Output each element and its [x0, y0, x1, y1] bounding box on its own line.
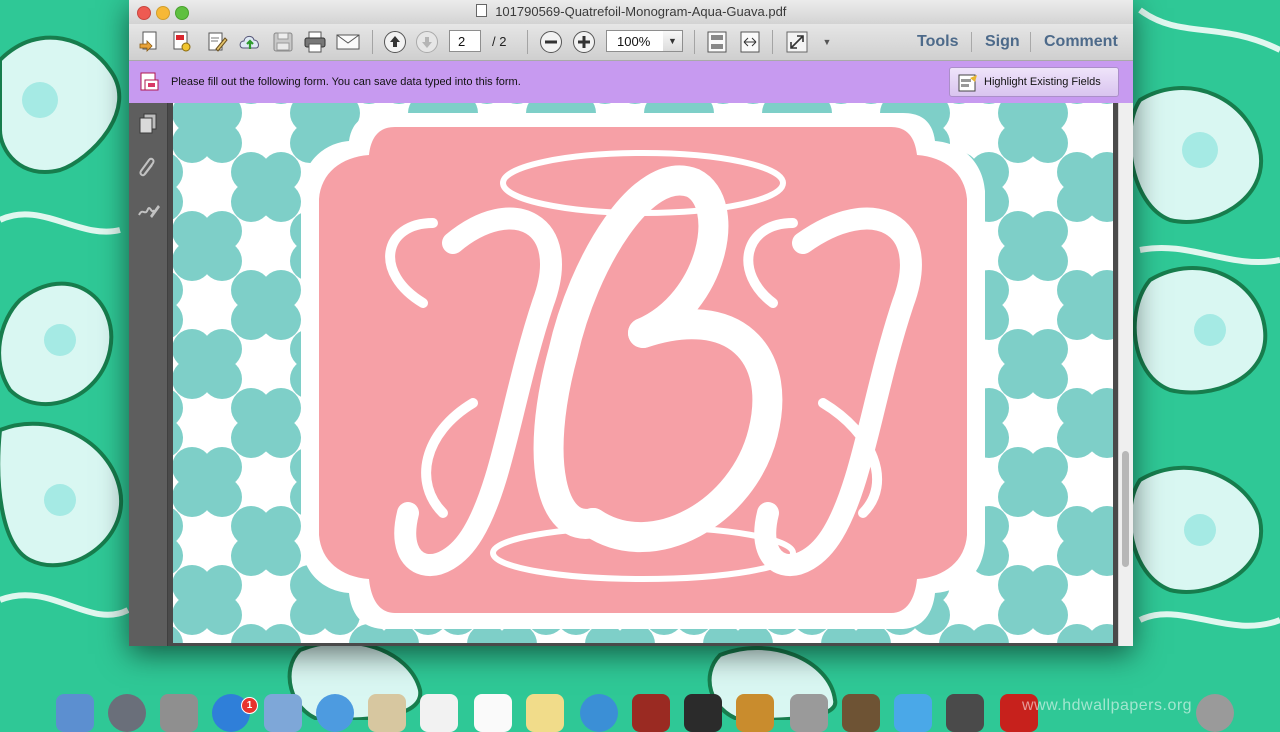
- printer-icon: [304, 31, 326, 53]
- word-dock-icon[interactable]: [894, 694, 932, 732]
- photo-booth-dock-icon[interactable]: [632, 694, 670, 732]
- email-button[interactable]: [335, 29, 361, 55]
- fit-width-button[interactable]: [737, 29, 763, 55]
- highlight-fields-label: Highlight Existing Fields: [984, 76, 1101, 88]
- upload-button[interactable]: [237, 29, 263, 55]
- pencil-document-icon: [208, 32, 228, 52]
- pages-icon: [139, 113, 157, 134]
- fill-sign-button[interactable]: [204, 29, 230, 55]
- fit-width-icon: [740, 31, 760, 53]
- finder-dock-icon[interactable]: [56, 694, 94, 732]
- launchpad-dock-icon[interactable]: [108, 694, 146, 732]
- form-message: Please fill out the following form. You …: [171, 76, 521, 88]
- toolbar-separator: [971, 32, 972, 52]
- pdf-viewer-window: 101790569-Quatrefoil-Monogram-Aqua-Guava…: [129, 0, 1133, 646]
- vertical-scrollbar[interactable]: [1118, 103, 1133, 646]
- customize-toolbar-button[interactable]: ▼: [814, 29, 840, 55]
- create-document-icon: [139, 31, 157, 52]
- monogram-artwork: [173, 103, 1113, 643]
- navigation-sidebar: [129, 103, 168, 646]
- create-pdf-button[interactable]: [137, 29, 163, 55]
- camera-dock-icon[interactable]: [946, 694, 984, 732]
- window-title: 101790569-Quatrefoil-Monogram-Aqua-Guava…: [495, 4, 787, 19]
- document-area[interactable]: [168, 103, 1133, 646]
- highlight-fields-icon: [958, 74, 978, 103]
- imovie-dock-icon[interactable]: [684, 694, 722, 732]
- trash-dock-icon[interactable]: [1196, 694, 1234, 732]
- mission-control-dock-icon[interactable]: [160, 694, 198, 732]
- page-number-input[interactable]: 2: [449, 30, 481, 52]
- zoom-out-button[interactable]: [538, 29, 564, 55]
- watermark: www.hdwallpapers.org: [1022, 697, 1193, 714]
- window-title-container: 101790569-Quatrefoil-Monogram-Aqua-Guava…: [129, 4, 1133, 19]
- toolbar-separator: [772, 30, 773, 54]
- fit-page-icon: [707, 31, 727, 53]
- iphoto-dock-icon[interactable]: [736, 694, 774, 732]
- scrollbar-thumb[interactable]: [1122, 451, 1129, 567]
- itunes-dock-icon[interactable]: [580, 694, 618, 732]
- zoom-in-button[interactable]: [571, 29, 597, 55]
- toolbar-separator: [1030, 32, 1031, 52]
- zoom-level-input[interactable]: 100%: [606, 30, 664, 52]
- save-button[interactable]: [270, 29, 296, 55]
- pdf-page: [173, 103, 1113, 643]
- mail-dock-icon[interactable]: [264, 694, 302, 732]
- expand-icon: [786, 31, 808, 53]
- edit-pdf-button[interactable]: [169, 29, 195, 55]
- form-notification-bar: Please fill out the following form. You …: [129, 61, 1133, 104]
- zoom-dropdown-button[interactable]: ▼: [663, 30, 683, 52]
- cloud-upload-icon: [239, 35, 259, 49]
- pdf-edit-icon: [173, 31, 191, 52]
- form-document-icon: [140, 72, 159, 91]
- notes-dock-icon[interactable]: [526, 694, 564, 732]
- title-bar: 101790569-Quatrefoil-Monogram-Aqua-Guava…: [129, 0, 1133, 25]
- arrow-down-circle-icon: [416, 31, 438, 53]
- highlight-fields-button[interactable]: Highlight Existing Fields: [949, 67, 1119, 97]
- toolbar-separator: [372, 30, 373, 54]
- calendar-dock-icon[interactable]: [420, 694, 458, 732]
- page-count: / 2: [492, 34, 507, 49]
- chevron-down-icon: ▼: [822, 37, 832, 47]
- floppy-disk-icon: [273, 32, 293, 52]
- garageband-dock-icon[interactable]: [842, 694, 880, 732]
- signature-pen-icon: [138, 205, 160, 218]
- print-button[interactable]: [302, 29, 328, 55]
- system-preferences-dock-icon[interactable]: [790, 694, 828, 732]
- comment-pane-link[interactable]: Comment: [1044, 33, 1118, 51]
- pdf-document-icon: [475, 4, 487, 17]
- toolbar-separator: [527, 30, 528, 54]
- main-toolbar: 2 / 2 100% ▼ ▼ Tools Sign Comment: [129, 24, 1133, 61]
- full-screen-button[interactable]: [784, 29, 810, 55]
- page-thumbnails-button[interactable]: [138, 113, 158, 140]
- envelope-icon: [336, 34, 360, 50]
- sign-pane-link[interactable]: Sign: [985, 33, 1020, 51]
- chevron-down-icon: ▼: [668, 36, 677, 46]
- safari-dock-icon[interactable]: [316, 694, 354, 732]
- contacts-dock-icon[interactable]: [368, 694, 406, 732]
- plus-circle-icon: [573, 31, 595, 53]
- attachments-button[interactable]: [138, 155, 158, 184]
- signatures-button[interactable]: [138, 201, 160, 224]
- next-page-button[interactable]: [414, 29, 440, 55]
- fit-page-button[interactable]: [704, 29, 730, 55]
- arrow-up-circle-icon: [384, 31, 406, 53]
- toolbar-separator: [694, 30, 695, 54]
- notification-badge: 1: [241, 697, 258, 714]
- previous-page-button[interactable]: [382, 29, 408, 55]
- minus-circle-icon: [540, 31, 562, 53]
- form-icon: [139, 71, 161, 98]
- paperclip-icon: [139, 157, 155, 177]
- reminders-dock-icon[interactable]: [474, 694, 512, 732]
- tools-pane-link[interactable]: Tools: [917, 33, 958, 51]
